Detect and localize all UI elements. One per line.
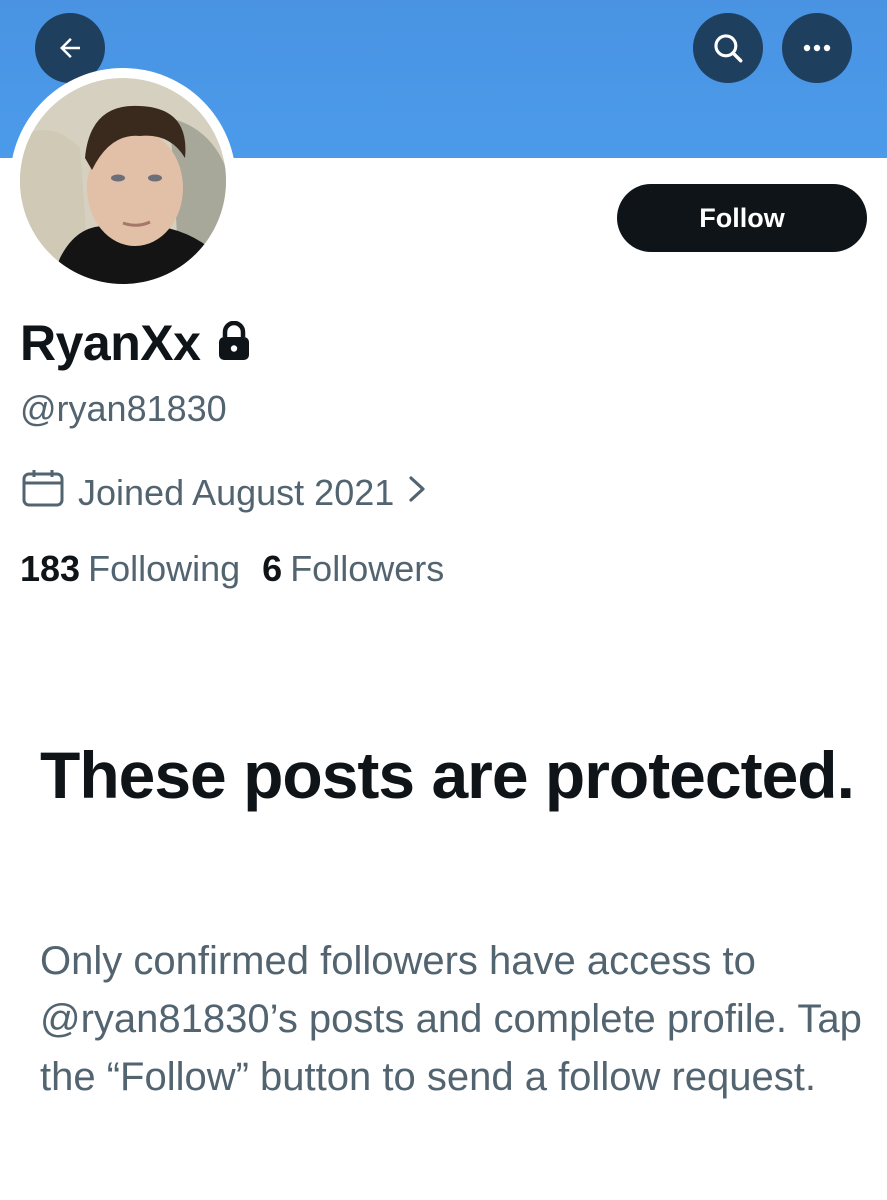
following-label: Following [88, 548, 241, 589]
arrow-left-icon [55, 33, 85, 63]
profile-handle: @ryan81830 [20, 388, 227, 429]
following-link[interactable]: 183 Following [20, 548, 240, 590]
following-count: 183 [20, 548, 81, 589]
follow-button-label: Follow [699, 202, 785, 233]
more-button[interactable] [782, 13, 852, 83]
chevron-right-icon [406, 472, 428, 514]
joined-text: Joined August 2021 [78, 471, 395, 513]
followers-link[interactable]: 6 Followers [262, 548, 444, 590]
protected-description: Only confirmed followers have access to … [40, 939, 862, 1099]
protected-title: These posts are protected. [40, 738, 855, 812]
profile-page: Follow RyanXx @ryan81830 Joined August 2… [0, 0, 887, 1200]
followers-label: Followers [290, 548, 445, 589]
follow-stats: 183 Following 6 Followers [20, 548, 444, 590]
calendar-icon [20, 468, 66, 517]
lock-icon [216, 320, 252, 366]
follow-button[interactable]: Follow [617, 184, 867, 252]
search-button[interactable] [693, 13, 763, 83]
display-name-row: RyanXx [20, 314, 252, 372]
search-icon [711, 31, 745, 65]
avatar[interactable] [20, 78, 226, 284]
followers-count: 6 [262, 548, 283, 589]
display-name: RyanXx [20, 315, 201, 371]
ellipsis-icon [800, 42, 834, 54]
joined-date[interactable]: Joined August 2021 [20, 468, 428, 517]
